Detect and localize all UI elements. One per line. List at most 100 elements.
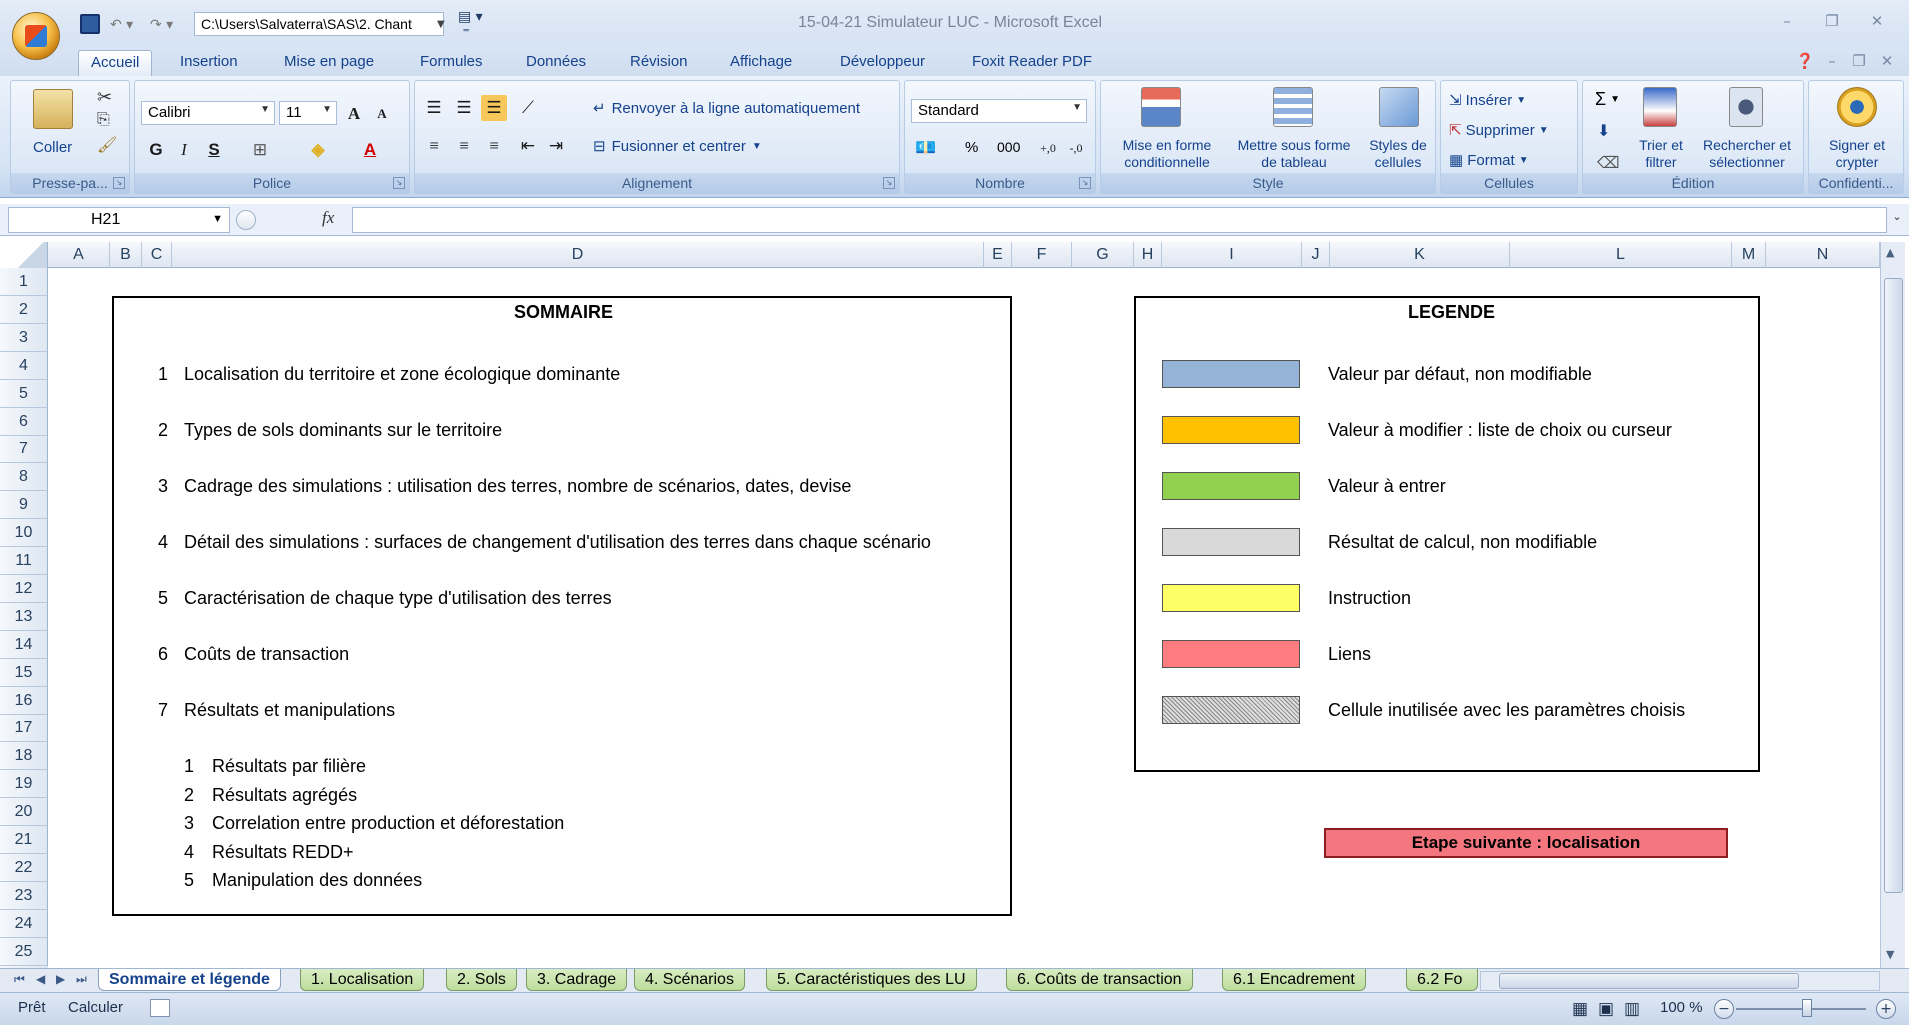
row-header[interactable]: 24 [0,909,48,938]
zoom-slider-handle[interactable] [1802,999,1812,1017]
tab-affichage[interactable]: Affichage [718,50,804,76]
merge-center-button[interactable]: ⊟ Fusionner et centrer ▼ [593,137,762,156]
borders-icon[interactable]: ⊞ [247,137,273,163]
copy-icon[interactable]: ⎘ [97,111,110,129]
row-header[interactable]: 7 [0,435,48,464]
tab-donnees[interactable]: Données [514,50,598,76]
autosum-icon[interactable]: Σ ▼ [1595,89,1620,110]
wrap-text-button[interactable]: ↵ Renvoyer à la ligne automatiquement [593,99,860,118]
next-step-button[interactable]: Etape suivante : localisation [1324,828,1728,858]
decrease-indent-icon[interactable]: ⇤ [515,133,541,159]
dialog-launcher-icon[interactable]: ↘ [1079,177,1091,189]
align-bottom-icon[interactable]: ☰ [481,95,507,121]
col-header-a[interactable]: A [48,242,110,268]
sommaire-subitem-text[interactable]: Résultats par filière [212,756,366,777]
font-size-combo[interactable]: 11 ▼ [279,101,337,125]
col-header-f[interactable]: F [1012,242,1072,268]
font-color-icon[interactable]: A [357,137,383,163]
align-middle-icon[interactable]: ☰ [451,95,477,121]
conditional-format-icon[interactable] [1141,87,1181,127]
sommaire-subitem-text[interactable]: Manipulation des données [212,870,422,891]
sommaire-item-text[interactable]: Coûts de transaction [184,644,349,665]
col-header-b[interactable]: B [110,242,142,268]
office-button[interactable] [12,12,60,60]
fill-icon[interactable]: ⬇ [1597,121,1610,141]
col-header-g[interactable]: G [1072,242,1134,268]
dialog-launcher-icon[interactable]: ↘ [883,177,895,189]
sheet-tab[interactable]: 6.1 Encadrement [1222,969,1366,991]
row-header[interactable]: 25 [0,937,48,966]
expand-formula-icon[interactable]: ⌄ [1889,210,1905,230]
formula-input[interactable] [352,207,1887,233]
paste-button[interactable]: Coller [33,139,72,156]
shrink-font-icon[interactable]: A [369,101,395,127]
scroll-up-icon[interactable]: ▲ [1886,246,1894,259]
next-sheet-icon[interactable]: ▶ [56,972,65,986]
undo-icon[interactable]: ↶ ▾ [110,14,133,36]
row-header[interactable]: 23 [0,881,48,910]
sommaire-subitem-text[interactable]: Correlation entre production et déforest… [212,813,564,834]
last-sheet-icon[interactable]: ⏭ [76,972,87,987]
sommaire-subitem-text[interactable]: Résultats REDD+ [212,842,354,863]
col-header-c[interactable]: C [142,242,172,268]
col-header-n[interactable]: N [1766,242,1880,268]
clear-icon[interactable]: ⌫ [1597,153,1620,173]
format-button[interactable]: ▦ Format ▼ [1449,151,1529,170]
sheet-tab[interactable]: 5. Caractéristiques des LU [766,969,977,991]
format-as-table-button[interactable]: Mettre sous forme de tableau [1229,137,1359,171]
sommaire-item-text[interactable]: Localisation du territoire et zone écolo… [184,364,620,385]
row-header[interactable]: 20 [0,798,48,827]
scroll-down-icon[interactable]: ▼ [1886,948,1894,961]
sommaire-item-text[interactable]: Types de sols dominants sur le territoir… [184,420,502,441]
col-header-h[interactable]: H [1134,242,1162,268]
row-header[interactable]: 22 [0,853,48,882]
row-header[interactable]: 12 [0,574,48,603]
sort-filter-button[interactable]: Trier et filtrer [1631,137,1691,171]
binoculars-icon[interactable] [1729,87,1763,127]
format-as-table-icon[interactable] [1273,87,1313,127]
row-header[interactable]: 19 [0,770,48,799]
row-header[interactable]: 4 [0,351,48,380]
currency-icon[interactable]: 💶 [913,135,939,161]
row-header[interactable]: 14 [0,630,48,659]
bold-icon[interactable]: G [143,137,169,163]
row-header[interactable]: 15 [0,658,48,687]
sort-filter-icon[interactable] [1643,87,1677,127]
font-name-combo[interactable]: Calibri ▼ [141,101,275,125]
quick-access-extra-icon[interactable]: ▤ ▾ ⁼ [458,9,490,41]
status-calculate[interactable]: Calculer [68,999,123,1016]
col-header-j[interactable]: J [1302,242,1330,268]
tab-insertion[interactable]: Insertion [168,50,250,76]
cell-styles-button[interactable]: Styles de cellules [1363,137,1433,171]
vertical-scroll-thumb[interactable] [1884,278,1903,893]
horizontal-scrollbar[interactable] [1480,971,1880,991]
sheet-tab[interactable]: 6.2 Fo [1406,969,1478,991]
number-format-combo[interactable]: Standard ▼ [911,99,1087,123]
row-header[interactable]: 2 [0,295,48,324]
redo-icon[interactable]: ↷ ▾ [150,14,173,36]
row-header[interactable]: 11 [0,547,48,575]
underline-icon[interactable]: S [201,137,227,163]
row-header[interactable]: 5 [0,379,48,408]
chevron-down-icon[interactable]: ▼ [437,19,445,30]
row-header[interactable]: 10 [0,519,48,548]
row-header[interactable]: 6 [0,407,48,436]
page-layout-icon[interactable]: ▣ [1598,999,1614,1019]
zoom-out-icon[interactable]: − [1714,999,1734,1019]
tab-formules[interactable]: Formules [408,50,495,76]
sheet-tab[interactable]: 3. Cadrage [526,969,628,991]
sommaire-subitem-text[interactable]: Résultats agrégés [212,785,357,806]
decrease-decimal-icon[interactable]: -,0 [1063,135,1089,161]
sommaire-item-text[interactable]: Résultats et manipulations [184,700,395,721]
sign-encrypt-icon[interactable] [1837,87,1877,127]
increase-indent-icon[interactable]: ⇥ [543,133,569,159]
orientation-icon[interactable]: ⟋ [515,95,541,121]
row-header[interactable]: 16 [0,686,48,715]
insert-button[interactable]: ⇲ Insérer ▼ [1449,91,1526,110]
workbook-close-icon[interactable]: ✕ [1870,50,1904,72]
col-header-i[interactable]: I [1162,242,1302,268]
tab-revision[interactable]: Révision [618,50,700,76]
prev-sheet-icon[interactable]: ◀ [36,972,45,986]
dialog-launcher-icon[interactable]: ↘ [393,177,405,189]
cut-icon[interactable]: ✂ [97,87,112,108]
